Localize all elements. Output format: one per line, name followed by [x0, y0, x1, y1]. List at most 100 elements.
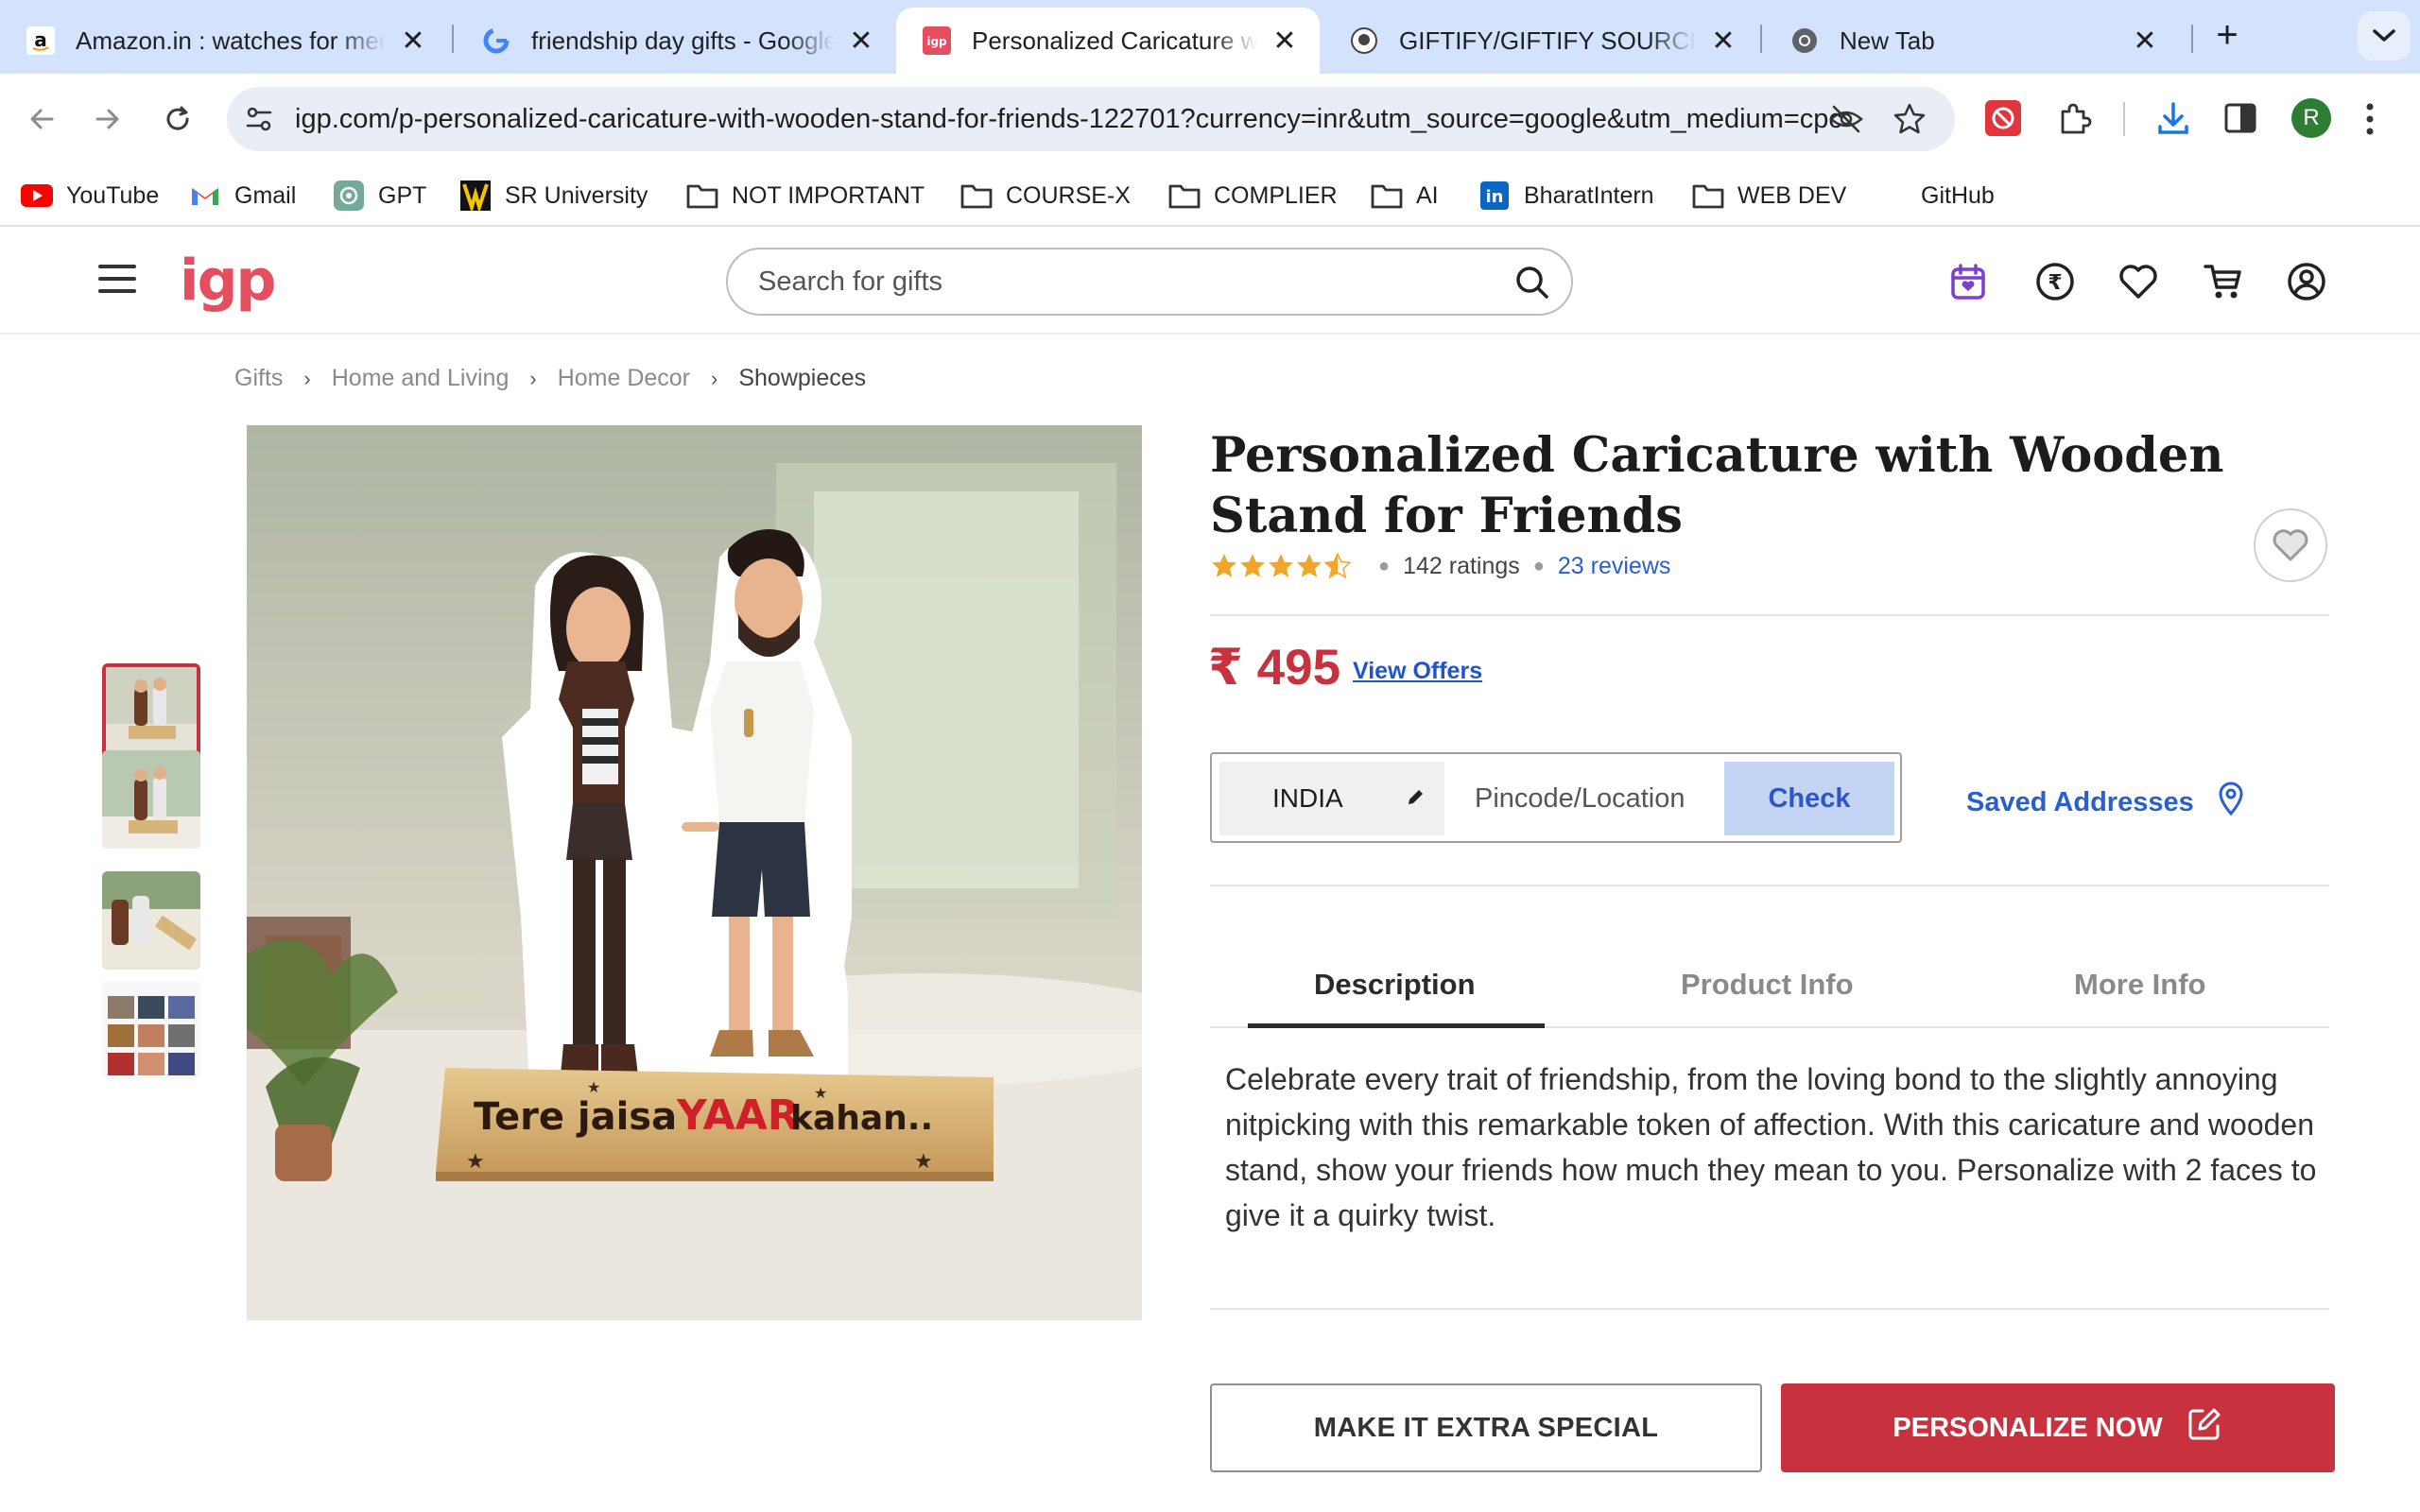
close-tab-icon[interactable]: ✕	[1270, 25, 1299, 58]
separator-dot: ●	[1378, 555, 1391, 576]
cart-icon[interactable]	[2201, 259, 2246, 304]
make-it-extra-special-button[interactable]: MAKE IT EXTRA SPECIAL	[1210, 1383, 1762, 1472]
reload-button[interactable]	[155, 96, 200, 142]
browser-tab-google[interactable]: friendship day gifts - Google Search ✕	[456, 8, 896, 74]
breadcrumb-showpieces: Showpieces	[738, 365, 867, 391]
currency-rupee-icon[interactable]: ₹	[2032, 259, 2078, 304]
breadcrumb-separator: ›	[529, 366, 537, 390]
github-icon	[1350, 26, 1378, 55]
close-tab-icon[interactable]: ✕	[1709, 25, 1737, 58]
bookmark-label: WEB DEV	[1737, 181, 1847, 209]
browser-tab-amazon[interactable]: a Amazon.in : watches for men ✕	[0, 8, 448, 74]
site-logo[interactable]: igp	[180, 248, 276, 314]
download-icon[interactable]	[2155, 100, 2191, 143]
bookmark-label: NOT IMPORTANT	[732, 181, 925, 209]
search-input[interactable]: Search for gifts	[726, 248, 1573, 316]
tab-title: Personalized Caricature with Wooden Stan…	[972, 26, 1257, 55]
divider	[1210, 885, 2329, 886]
divider	[1210, 614, 2329, 616]
breadcrumb-home-decor[interactable]: Home Decor	[558, 365, 690, 392]
personalize-now-button[interactable]: PERSONALIZE NOW	[1781, 1383, 2335, 1472]
tab-separator	[1760, 25, 1762, 53]
close-tab-icon[interactable]: ✕	[2131, 25, 2159, 58]
separator-dot: ●	[1532, 555, 1545, 576]
view-offers-link[interactable]: View Offers	[1353, 658, 1482, 685]
back-button[interactable]	[19, 96, 64, 142]
product-thumbnail-1[interactable]	[102, 663, 200, 762]
tab-product-info[interactable]: Product Info	[1681, 968, 1854, 1002]
bookmark-bharatintern[interactable]: in BharatIntern	[1478, 178, 1654, 214]
stand-text-2: YAAR	[676, 1091, 800, 1140]
product-thumbnail-3[interactable]	[102, 871, 200, 970]
bookmark-folder-course-x[interactable]: COURSE-X	[960, 178, 1131, 214]
product-description: Celebrate every trait of friendship, fro…	[1225, 1062, 2317, 1232]
reviews-link[interactable]: 23 reviews	[1558, 553, 1671, 580]
active-tab-indicator	[1248, 1023, 1545, 1028]
folder-icon	[960, 180, 993, 211]
bookmark-github[interactable]: GitHub	[1921, 178, 1995, 214]
wishlist-heart-icon[interactable]	[2116, 259, 2161, 304]
site-settings-icon[interactable]	[244, 105, 274, 138]
browser-tab-github[interactable]: GIFTIFY/GIFTIFY SOURCE/backend ✕	[1323, 8, 1758, 74]
close-tab-icon[interactable]: ✕	[399, 25, 427, 58]
new-tab-button[interactable]: +	[2208, 16, 2246, 55]
extension-icon[interactable]	[1985, 100, 2021, 141]
site-header: igp Search for gifts ₹	[0, 227, 2420, 335]
product-tabs: Description Product Info More Info	[1210, 954, 2329, 1028]
menu-icon[interactable]	[98, 265, 136, 293]
chrome-icon	[1790, 26, 1819, 55]
country-selector[interactable]: INDIA	[1219, 762, 1444, 835]
amazon-icon: a	[26, 26, 55, 55]
add-to-wishlist-button[interactable]	[2254, 508, 2327, 582]
chevron-down-icon	[2373, 29, 2395, 42]
saved-addresses-link[interactable]: Saved Addresses	[1966, 781, 2245, 824]
bookmark-gpt[interactable]: GPT	[333, 178, 426, 214]
bookmark-folder-ai[interactable]: AI	[1371, 178, 1439, 214]
bookmark-folder-complier[interactable]: COMPLIER	[1168, 178, 1338, 214]
browser-tab-strip: a Amazon.in : watches for men ✕ friendsh…	[0, 0, 2420, 74]
igp-icon: igp	[923, 26, 951, 55]
breadcrumb-home-and-living[interactable]: Home and Living	[332, 365, 510, 392]
bookmark-youtube[interactable]: YouTube	[21, 178, 159, 214]
browser-toolbar: igp.com/p-personalized-caricature-with-w…	[0, 74, 2420, 164]
check-pincode-button[interactable]: Check	[1724, 762, 1894, 835]
openai-icon	[333, 180, 365, 211]
kebab-menu-icon[interactable]	[2363, 100, 2377, 143]
search-placeholder: Search for gifts	[758, 266, 943, 297]
svg-text:★: ★	[587, 1080, 600, 1096]
breadcrumb-separator: ›	[303, 366, 311, 390]
saved-addresses-label: Saved Addresses	[1966, 786, 2194, 817]
product-thumbnail-4[interactable]	[102, 981, 200, 1079]
product-main-image[interactable]: Tere jaisa YAAR kahan.. ★ ★ ★ ★	[247, 425, 1142, 1320]
calendar-reminder-icon[interactable]	[1945, 259, 1991, 304]
product-thumbnail-2[interactable]	[102, 750, 200, 849]
browser-tab-new[interactable]: New Tab ✕	[1764, 8, 2180, 74]
puzzle-extensions-icon[interactable]	[2055, 100, 2093, 143]
bookmark-folder-web-dev[interactable]: WEB DEV	[1692, 178, 1846, 214]
url-text[interactable]: igp.com/p-personalized-caricature-with-w…	[295, 104, 1845, 135]
search-icon[interactable]	[1512, 263, 1552, 310]
eye-slash-icon[interactable]	[1828, 103, 1864, 140]
arrow-left-icon	[30, 109, 54, 129]
tab-more-info[interactable]: More Info	[2074, 968, 2206, 1002]
bookmark-folder-not-important[interactable]: NOT IMPORTANT	[686, 178, 925, 214]
bookmark-label: Gmail	[234, 181, 297, 209]
bookmark-label: YouTube	[66, 181, 160, 209]
tab-title: GIFTIFY/GIFTIFY SOURCE/backend	[1399, 26, 1696, 55]
account-icon[interactable]	[2284, 259, 2329, 304]
profile-avatar[interactable]: R	[2291, 98, 2331, 138]
toolbar-divider	[2123, 102, 2125, 136]
forward-button[interactable]	[85, 96, 130, 142]
bookmark-gmail[interactable]: Gmail	[189, 178, 296, 214]
breadcrumb-gifts[interactable]: Gifts	[234, 365, 283, 392]
pincode-input[interactable]: Pincode/Location	[1475, 762, 1685, 835]
browser-tab-igp[interactable]: igp Personalized Caricature with Wooden …	[896, 8, 1320, 74]
side-panel-icon[interactable]	[2223, 102, 2257, 139]
address-bar[interactable]: igp.com/p-personalized-caricature-with-w…	[227, 87, 1955, 151]
star-bookmark-icon[interactable]	[1893, 102, 1927, 141]
close-tab-icon[interactable]: ✕	[847, 25, 875, 58]
tab-search-button[interactable]	[2358, 11, 2411, 60]
tab-description[interactable]: Description	[1314, 968, 1476, 1002]
bookmark-sr-university[interactable]: SR University	[459, 178, 648, 214]
youtube-icon	[21, 180, 53, 211]
